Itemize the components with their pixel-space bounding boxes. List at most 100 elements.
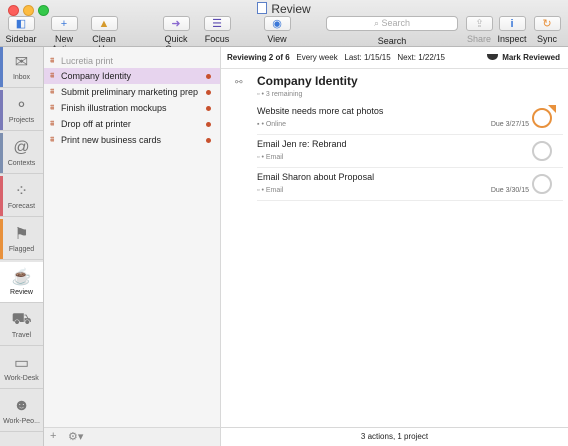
perspective-contexts[interactable]: @ Contexts [0, 133, 43, 174]
status-circle[interactable] [532, 141, 552, 161]
due-dot [206, 122, 211, 127]
task-row[interactable]: Website needs more cat photos ▪ • Online… [257, 103, 563, 135]
perspective-forecast[interactable]: ⁘ Forecast [0, 176, 43, 217]
perspective-travel[interactable]: ⛟ Travel [0, 305, 43, 346]
task-title[interactable]: Website needs more cat photos [257, 106, 383, 116]
perspective-label: Contexts [7, 160, 36, 167]
perspective-color-stripe [0, 133, 3, 173]
sync-label: Sync [536, 34, 557, 44]
perspective-label: Projects [8, 117, 35, 124]
perspective-projects[interactable]: ⚬ Projects [0, 90, 43, 131]
perspective-label: Forecast [7, 203, 36, 210]
due-dot [206, 138, 211, 143]
project-icon: ⩩ [50, 119, 55, 128]
title-bar: Review ◧ Sidebar + New Action ▲ Clean Up… [0, 0, 568, 54]
task-title[interactable]: Email Sharon about Proposal [257, 172, 374, 182]
sidebar-button-label: Sidebar [5, 34, 37, 44]
sync-icon: ↻ [533, 16, 561, 31]
due-dot [206, 90, 211, 95]
task-due: Due 3/27/15 [490, 121, 529, 128]
outline-pane: Reviewing 2 of 6 Every week Last: 1/15/1… [221, 47, 568, 446]
status-circle[interactable] [532, 174, 552, 194]
share-label: Share [466, 34, 492, 44]
coffee-cup-icon: ☕ [11, 269, 32, 286]
window-title-container: Review [0, 2, 568, 16]
project-label: Drop off at printer [61, 119, 131, 129]
task-context: ▫ • Email [257, 154, 283, 161]
task-context-label: • Email [261, 187, 284, 194]
project-row[interactable]: ⩩ Finish illustration mockups [44, 100, 220, 116]
sidebar-button[interactable]: ◧ Sidebar [4, 16, 38, 44]
laptop-icon: ▭ [13, 355, 30, 372]
next-review: Next: 1/22/15 [397, 53, 445, 62]
project-label: Lucretia print [61, 56, 114, 66]
remaining-count: ▫ • 3 remaining [257, 91, 302, 98]
inspect-button[interactable]: i Inspect [496, 16, 528, 44]
project-title[interactable]: Company Identity [257, 74, 358, 88]
perspective-review[interactable]: ☕ Review [0, 262, 43, 303]
due-dot [206, 106, 211, 111]
review-frequency[interactable]: Every week [296, 53, 337, 62]
search-input[interactable]: ⌕ Search [326, 16, 458, 31]
perspective-color-stripe [0, 219, 3, 259]
person-icon: ☻ [13, 397, 30, 414]
flag-icon[interactable] [548, 105, 556, 113]
task-context-label: • Online [261, 121, 287, 128]
perspective-color-stripe [0, 47, 3, 87]
review-info: Reviewing 2 of 6 Every week Last: 1/15/1… [227, 47, 445, 69]
perspective-sidebar: ✉ Inbox ⚬ Projects @ Contexts ⁘ Forecast… [0, 47, 44, 446]
perspective-work-people[interactable]: ☻ Work-Peo... [0, 391, 43, 432]
info-icon: i [498, 16, 526, 31]
project-row[interactable]: ⩩ Lucretia print [44, 53, 220, 69]
remaining-text: • 3 remaining [261, 91, 303, 98]
focus-icon: ☰ [203, 16, 231, 31]
perspective-flagged[interactable]: ⚑ Flagged [0, 219, 43, 260]
project-list: ⩩ Lucretia print ⩩ Company Identity ⩩ Su… [44, 47, 221, 427]
perspective-work-desk[interactable]: ▭ Work-Desk [0, 348, 43, 389]
project-row[interactable]: ⩩ Submit preliminary marketing prep [44, 84, 220, 100]
search-icon: ⌕ [373, 18, 382, 28]
task-row[interactable]: Email Sharon about Proposal ▫ • Email Du… [257, 169, 563, 201]
project-row-selected[interactable]: ⩩ Company Identity [44, 68, 220, 84]
review-progress: Reviewing 2 of 6 [227, 53, 290, 62]
project-icon: ⩩ [50, 56, 55, 65]
forecast-icon: ⁘ [14, 183, 29, 200]
broom-icon: ▲ [90, 16, 118, 31]
sync-button[interactable]: ↻ Sync [533, 16, 561, 44]
mark-reviewed-button[interactable]: Mark Reviewed [487, 47, 560, 69]
project-icon: ⩩ [50, 103, 55, 112]
add-project-icon[interactable]: + [50, 430, 56, 442]
view-button[interactable]: ◉ View [262, 16, 292, 44]
task-row[interactable]: Email Jen re: Rebrand ▫ • Email [257, 136, 563, 168]
contexts-icon: @ [13, 139, 30, 156]
task-due: Due 3/30/15 [490, 187, 529, 194]
gear-icon[interactable]: ⚙▾ [68, 430, 83, 443]
focus-label: Focus [204, 34, 230, 44]
project-row[interactable]: ⩩ Drop off at printer [44, 116, 220, 132]
project-label: Submit preliminary marketing prep [61, 87, 199, 97]
flag-icon: ⚑ [14, 226, 29, 243]
inspect-label: Inspect [497, 34, 527, 44]
perspective-label: Flagged [8, 246, 35, 253]
window-title: Review [271, 2, 311, 16]
view-label: View [267, 34, 287, 44]
inbox-icon: ✉ [14, 54, 29, 71]
perspective-label: Work-Desk [4, 375, 39, 382]
perspective-label: Work-Peo... [3, 418, 40, 425]
share-button[interactable]: ⇪ Share [466, 16, 493, 44]
project-row[interactable]: ⩩ Print new business cards [44, 132, 220, 148]
search-placeholder: Search [381, 18, 411, 28]
focus-button[interactable]: ☰ Focus [202, 16, 232, 44]
project-list-footer: + ⚙▾ [44, 427, 221, 446]
due-dot [206, 74, 211, 79]
mark-reviewed-label: Mark Reviewed [502, 53, 560, 62]
review-bar: Reviewing 2 of 6 Every week Last: 1/15/1… [221, 47, 568, 69]
task-context: ▪ • Online [257, 121, 286, 128]
project-type-icon[interactable]: ⚯ [235, 77, 243, 88]
last-reviewed: Last: 1/15/15 [344, 53, 391, 62]
sidebar-icon: ◧ [7, 16, 35, 31]
status-bar: 3 actions, 1 project [221, 427, 568, 446]
task-title[interactable]: Email Jen re: Rebrand [257, 139, 347, 149]
perspective-inbox[interactable]: ✉ Inbox [0, 47, 43, 88]
task-context: ▫ • Email [257, 187, 283, 194]
